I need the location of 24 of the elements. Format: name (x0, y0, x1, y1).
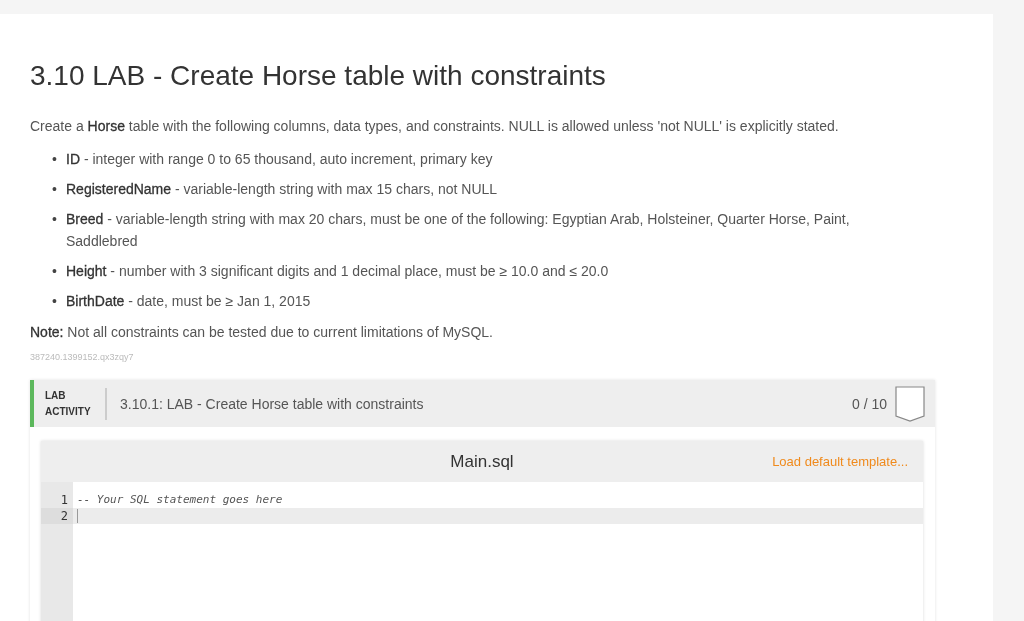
note-text: Note: Not all constraints can be tested due to current limitations of MySQL. (30, 323, 494, 342)
lab-title: 3.10.1: LAB - Create Horse table with constraints (120, 395, 425, 412)
column-spec: RegisteredName - variable-length string with max 15 chars, not NULL (66, 180, 498, 199)
bullet-marker: • (52, 210, 58, 229)
line-number: 1 (59, 492, 69, 508)
page-title: 3.10 LAB - Create Horse table with constraints (30, 59, 607, 93)
code-line: -- Your SQL statement goes here (77, 492, 283, 508)
intro-paragraph: Create a Horse table with the following columns, data types, and constraints. NULL is allowed unless 'not NULL' is explicitly stated. (30, 117, 840, 136)
column-spec: BirthDate - date, must be ≥ Jan 1, 2015 (66, 292, 311, 311)
load-template-link[interactable]: Load default template... (772, 454, 908, 469)
column-spec: ID - integer with range 0 to 65 thousand, auto increment, primary key (66, 150, 493, 169)
bullet-marker: • (52, 150, 58, 169)
file-name: Main.sql (450, 451, 514, 472)
column-spec: Height - number with 3 significant digits and 1 decimal place, must be ≥ 10.0 and ≤ 20.0 (66, 262, 609, 281)
line-number: 2 (41, 508, 73, 524)
text-cursor (77, 509, 78, 523)
score: 0 / 10 (851, 395, 887, 412)
lab-activity-label: LAB ACTIVITY (45, 387, 107, 420)
content-id: 387240.1399152.qx3zqy7 (30, 352, 135, 362)
bullet-marker: • (52, 292, 58, 311)
column-spec: Breed - variable-length string with max 20 chars, must be one of the following: Egyptian Arab, Holsteiner, Quarter Horse, Paint, Saddlebred (66, 210, 851, 251)
bullet-marker: • (52, 180, 58, 199)
badge-icon (895, 385, 925, 422)
bullet-marker: • (52, 262, 58, 281)
